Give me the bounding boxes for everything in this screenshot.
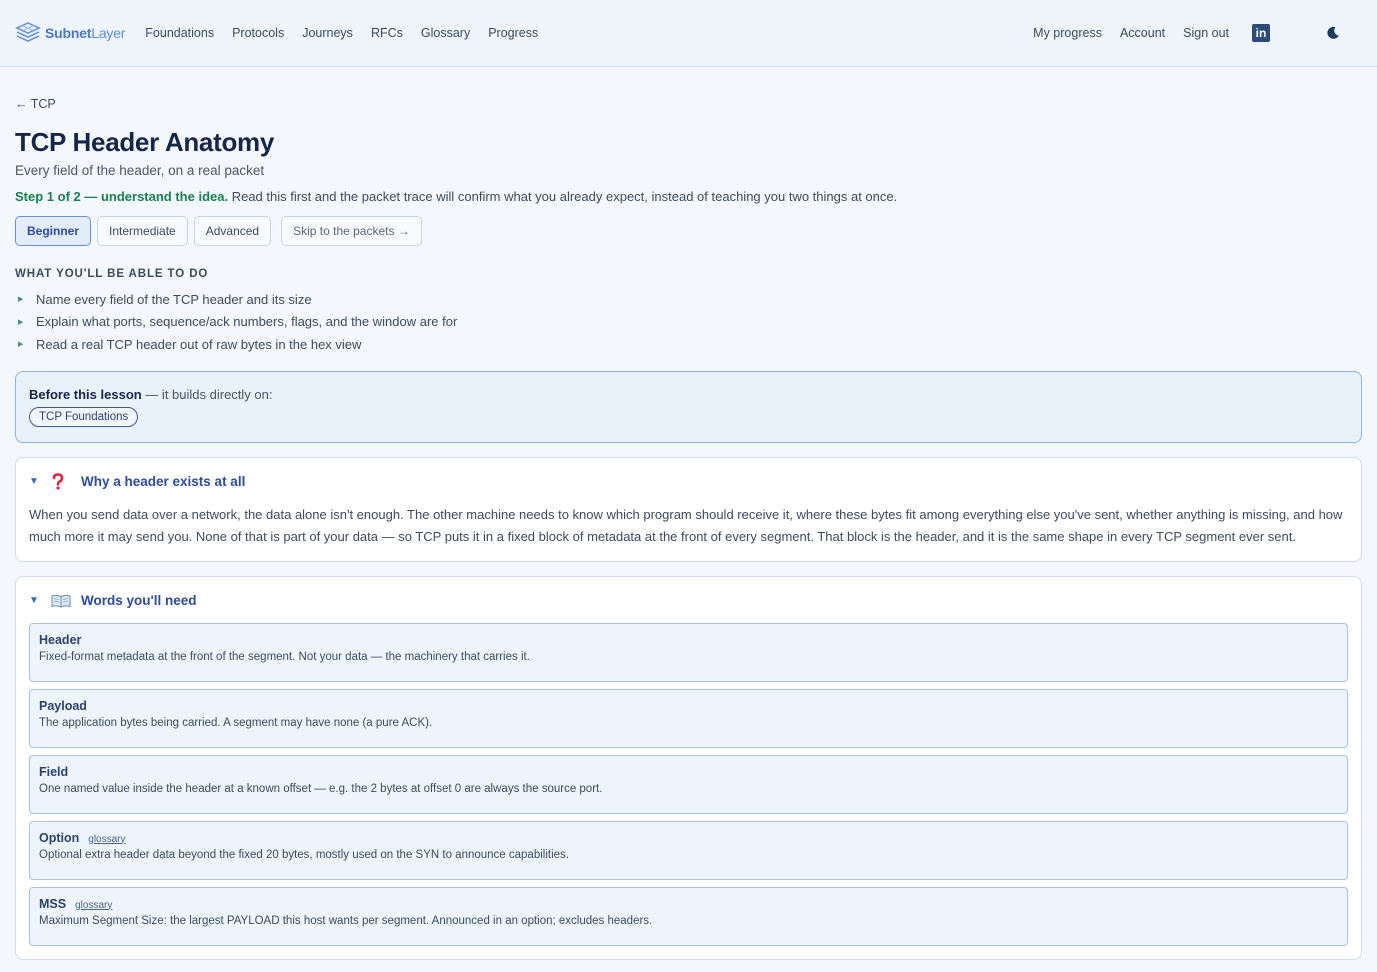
triangle-bullet-icon: ▶ — [18, 341, 24, 349]
step-strong: Step 1 of 2 — understand the idea. — [15, 189, 229, 204]
term-name: Header — [39, 632, 82, 647]
term-head: Option glossary — [39, 831, 1338, 845]
nav-link-sign-out[interactable]: Sign out — [1183, 26, 1229, 40]
objectives-list: ▶ Name every field of the TCP header and … — [15, 288, 1362, 356]
term-card: Header Fixed-format metadata at the fron… — [29, 622, 1348, 682]
nav-link-glossary[interactable]: Glossary — [421, 26, 470, 40]
term-definition: One named value inside the header at a k… — [39, 782, 603, 795]
term-head: MSS glossary — [39, 897, 1338, 911]
why-header-toggle[interactable]: ▼ Why a header exists at all — [29, 472, 1348, 492]
level-tab-advanced[interactable]: Advanced — [193, 216, 272, 246]
nav-link-my-progress[interactable]: My progress — [1033, 26, 1102, 40]
glossary-link[interactable]: glossary — [88, 834, 125, 845]
top-nav: SubnetLayer Foundations Protocols Journe… — [0, 0, 1377, 67]
glossary-link[interactable]: glossary — [75, 900, 112, 911]
objective-text: Name every field of the TCP header and i… — [36, 291, 312, 307]
terms-list: Header Fixed-format metadata at the fron… — [29, 622, 1348, 946]
level-tab-intermediate[interactable]: Intermediate — [97, 216, 188, 246]
nav-link-account[interactable]: Account — [1120, 26, 1165, 40]
level-tabs: Beginner Intermediate Advanced Skip to t… — [15, 216, 1362, 246]
page-subtitle: Every field of the header, on a real pac… — [15, 163, 265, 178]
step-description: Read this first and the packet trace wil… — [228, 189, 898, 204]
term-name: Option — [39, 830, 80, 845]
term-definition: The application bytes being carried. A s… — [39, 716, 433, 729]
term-head: Field — [39, 765, 1338, 779]
back-link[interactable]: ← TCP — [15, 97, 56, 111]
objective-text: Read a real TCP header out of raw bytes … — [36, 336, 362, 352]
term-card: Option glossary Optional extra header dat… — [29, 820, 1348, 880]
triangle-bullet-icon: ▶ — [18, 318, 24, 326]
dark-mode-toggle[interactable] — [1326, 26, 1340, 40]
objective-item: ▶ Name every field of the TCP header and … — [15, 288, 1362, 311]
triangle-bullet-icon: ▶ — [18, 296, 24, 304]
user-nav: My progress Account Sign out in — [1033, 24, 1362, 42]
words-title: Words you'll need — [81, 593, 197, 608]
objective-item: ▶ Read a real TCP header out of raw bytes… — [15, 333, 1362, 356]
chevron-down-icon: ▼ — [29, 595, 39, 606]
term-name: Payload — [39, 698, 87, 713]
step-indicator: Step 1 of 2 — understand the idea. Read … — [15, 189, 1362, 204]
layers-logo-icon — [15, 21, 41, 45]
why-header-title: Why a header exists at all — [81, 474, 246, 489]
term-name: MSS — [39, 896, 67, 911]
nav-link-progress[interactable]: Progress — [488, 26, 538, 40]
skip-to-packets-button[interactable]: Skip to the packets → — [281, 216, 422, 246]
words-toggle[interactable]: ▼ Words you'll need — [29, 591, 1348, 611]
term-definition: Maximum Segment Size: the largest PAYLOA… — [39, 914, 653, 927]
page-title: TCP Header Anatomy — [15, 127, 275, 157]
prerequisite-text: Before this lesson — it builds directly … — [29, 387, 1348, 402]
term-card: Field One named value inside the header … — [29, 754, 1348, 814]
nav-link-foundations[interactable]: Foundations — [145, 26, 214, 40]
term-card: MSS glossary Maximum Segment Size: the la… — [29, 886, 1348, 946]
objective-item: ▶ Explain what ports, sequence/ack number… — [15, 311, 1362, 334]
term-head: Header — [39, 633, 1338, 647]
prerequisite-strong: Before this lesson — [29, 386, 142, 402]
moon-icon — [1326, 26, 1340, 40]
question-mark-icon — [51, 473, 81, 490]
objectives-heading: WHAT YOU'LL BE ABLE TO DO — [15, 268, 209, 280]
nav-link-journeys[interactable]: Journeys — [302, 26, 353, 40]
brand-name: SubnetLayer — [45, 25, 126, 41]
nav-link-rfcs[interactable]: RFCs — [371, 26, 403, 40]
term-definition: Optional extra header data beyond the fi… — [39, 848, 569, 861]
linkedin-icon[interactable]: in — [1252, 24, 1270, 42]
term-name: Field — [39, 764, 69, 779]
prerequisite-pill-tcp-foundations[interactable]: TCP Foundations — [29, 406, 139, 427]
open-book-icon — [51, 594, 81, 608]
prerequisite-box: Before this lesson — it builds directly … — [15, 370, 1362, 443]
term-head: Payload — [39, 699, 1338, 713]
brand-logo-link[interactable]: SubnetLayer — [15, 21, 125, 45]
term-definition: Fixed-format metadata at the front of th… — [39, 650, 530, 663]
level-tab-beginner[interactable]: Beginner — [15, 216, 92, 246]
prerequisite-rest: — it builds directly on: — [141, 386, 273, 402]
why-header-body: When you send data over a network, the d… — [29, 506, 1343, 544]
lesson-main: ← TCP TCP Header Anatomy Every field of … — [0, 67, 1377, 960]
chevron-down-icon: ▼ — [29, 476, 39, 487]
term-card: Payload The application bytes being carr… — [29, 688, 1348, 748]
nav-link-protocols[interactable]: Protocols — [232, 26, 284, 40]
words-card: ▼ Words you'll need Header Fixed-format … — [15, 575, 1362, 960]
why-header-card: ▼ Why a header exists at all When you se… — [15, 456, 1362, 562]
objective-text: Explain what ports, sequence/ack numbers… — [36, 314, 458, 330]
main-nav: Foundations Protocols Journeys RFCs Glos… — [145, 26, 538, 40]
